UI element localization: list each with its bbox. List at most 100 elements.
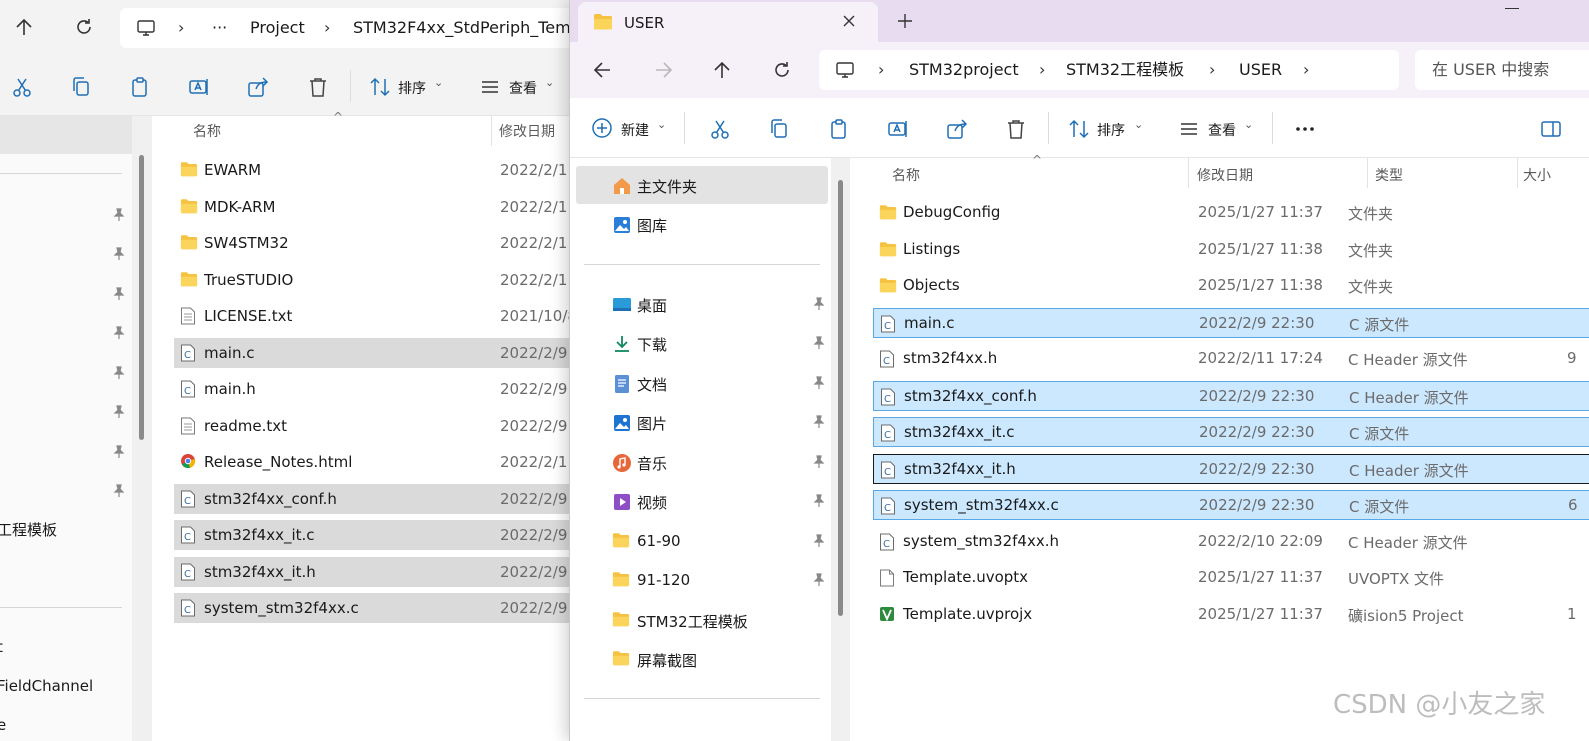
delete-icon[interactable]: [306, 75, 330, 99]
file-row[interactable]: DebugConfig 2025/1/27 11:37 文件夹: [873, 198, 1589, 228]
nav-scrollbar[interactable]: [838, 180, 843, 616]
cut-icon[interactable]: [10, 75, 34, 99]
nav-item[interactable]: 视频: [576, 482, 828, 520]
file-row[interactable]: Csystem_stm32f4xx.h 2022/2/10 22:09 C Head…: [873, 527, 1589, 557]
paste-icon[interactable]: [128, 75, 152, 99]
copy-icon[interactable]: [767, 117, 791, 141]
breadcrumb-stm32project[interactable]: STM32project: [909, 50, 1019, 90]
column-header-date[interactable]: 修改日期: [499, 121, 555, 141]
left-file-row[interactable]: Cmain.h 2022/2/9: [174, 374, 570, 404]
new-plus-icon[interactable]: [591, 117, 615, 141]
sort-button[interactable]: 排序: [1097, 120, 1125, 140]
file-date: 2022/2/9 22:30: [1199, 313, 1315, 332]
tab-user[interactable]: USER: [578, 2, 878, 42]
breadcrumb-user[interactable]: USER: [1239, 50, 1282, 90]
refresh-icon[interactable]: [771, 59, 793, 81]
nav-item[interactable]: STM32工程模板: [576, 601, 828, 639]
back-arrow-icon[interactable]: [592, 59, 614, 81]
file-type: 文件夹: [1348, 205, 1394, 223]
column-header-name[interactable]: 名称: [892, 165, 920, 185]
file-row[interactable]: Template.uvprojx 2025/1/27 11:37 礦ision5 P…: [873, 600, 1589, 630]
column-header-date[interactable]: 修改日期: [1197, 165, 1253, 185]
left-file-row[interactable]: Csystem_stm32f4xx.c 2022/2/9: [174, 593, 570, 623]
file-row[interactable]: Cmain.c 2022/2/9 22:30 C 源文件: [873, 307, 1589, 338]
file-date: 2025/1/27 11:37: [1198, 568, 1323, 586]
left-file-row[interactable]: LICENSE.txt 2021/10/8: [174, 301, 570, 331]
file-row[interactable]: Cstm32f4xx_it.h 2022/2/9 22:30 C Header 源文…: [873, 453, 1589, 484]
share-icon[interactable]: [945, 117, 969, 141]
home-icon: [612, 176, 632, 196]
delete-icon[interactable]: [1004, 117, 1028, 141]
sort-icon[interactable]: [368, 75, 392, 99]
file-row[interactable]: Cstm32f4xx_conf.h 2022/2/9 22:30 C Header …: [873, 380, 1589, 411]
left-file-row[interactable]: readme.txt 2022/2/9: [174, 411, 570, 441]
left-file-row[interactable]: Cstm32f4xx_it.c 2022/2/9: [174, 520, 570, 550]
nav-item[interactable]: 61-90: [576, 522, 828, 560]
file-row[interactable]: Listings 2025/1/27 11:38 文件夹: [873, 235, 1589, 265]
more-options-icon[interactable]: [1293, 117, 1317, 141]
sort-button[interactable]: 排序: [398, 78, 426, 98]
nav-item[interactable]: 桌面: [576, 285, 828, 323]
file-row[interactable]: Template.uvoptx 2025/1/27 11:37 UVOPTX 文件: [873, 563, 1589, 593]
left-address-bar[interactable]: › ··· Project › STM32F4xx_StdPeriph_Temp: [120, 8, 570, 48]
nav-item[interactable]: 文档: [576, 364, 828, 402]
view-button[interactable]: 查看: [509, 78, 537, 98]
sort-icon[interactable]: [1067, 117, 1091, 141]
left-nav-item-partial[interactable]: e: [0, 716, 6, 734]
left-nav-selected-item[interactable]: [0, 116, 132, 154]
nav-item[interactable]: 91-120: [576, 561, 828, 599]
file-row[interactable]: Cstm32f4xx.h 2022/2/11 17:24 C Header 源文件 9: [873, 344, 1589, 374]
left-file-row[interactable]: MDK-ARM 2022/2/11: [174, 192, 570, 222]
column-header-name[interactable]: 名称: [193, 121, 221, 141]
column-header-size[interactable]: 大小: [1523, 165, 1551, 185]
left-file-row[interactable]: Cmain.c 2022/2/9: [174, 337, 570, 368]
nav-item[interactable]: 主文件夹: [576, 166, 828, 204]
file-row[interactable]: Cstm32f4xx_it.c 2022/2/9 22:30 C 源文件: [873, 417, 1589, 447]
left-nav-scrollbar[interactable]: [139, 155, 144, 440]
search-input[interactable]: 在 USER 中搜索: [1415, 50, 1589, 90]
view-icon[interactable]: [1177, 117, 1201, 141]
breadcrumb-project[interactable]: Project: [250, 8, 305, 48]
chevron-right-icon[interactable]: ›: [1303, 50, 1309, 90]
close-tab-icon[interactable]: [842, 14, 856, 28]
address-bar[interactable]: › STM32project › STM32工程模板 › USER ›: [819, 50, 1399, 90]
left-nav-item-partial[interactable]: FieldChannel: [0, 677, 93, 695]
nav-item[interactable]: 下载: [576, 324, 828, 362]
up-arrow-icon[interactable]: [711, 59, 733, 81]
left-file-row[interactable]: Cstm32f4xx_conf.h 2022/2/9: [174, 483, 570, 514]
file-row[interactable]: Objects 2025/1/27 11:38 文件夹: [873, 271, 1589, 301]
breadcrumb-stdperiph[interactable]: STM32F4xx_StdPeriph_Temp: [353, 8, 570, 48]
nav-item[interactable]: 图库: [576, 205, 828, 243]
left-file-row[interactable]: SW4STM32 2022/2/11: [174, 228, 570, 258]
share-icon[interactable]: [246, 75, 270, 99]
left-nav-item-partial[interactable]: t: [0, 638, 3, 656]
nav-item[interactable]: 图片: [576, 403, 828, 441]
minimize-icon[interactable]: [1505, 8, 1519, 9]
file-type: C 源文件: [1349, 498, 1410, 516]
breadcrumb-stm32-template[interactable]: STM32工程模板: [1066, 50, 1184, 90]
copy-icon[interactable]: [69, 75, 93, 99]
rename-icon[interactable]: [886, 117, 910, 141]
new-tab-icon[interactable]: [897, 13, 913, 29]
more-crumbs-icon[interactable]: ···: [212, 8, 227, 48]
column-header-type[interactable]: 类型: [1375, 165, 1403, 185]
refresh-icon[interactable]: [73, 16, 95, 38]
nav-item[interactable]: 音乐: [576, 443, 828, 481]
left-file-row[interactable]: Release_Notes.html 2022/2/11: [174, 447, 570, 477]
details-pane-icon[interactable]: [1539, 117, 1563, 141]
rename-icon[interactable]: [187, 75, 211, 99]
left-nav-item-partial[interactable]: 工程模板: [0, 519, 57, 540]
view-icon[interactable]: [478, 75, 502, 99]
left-file-row[interactable]: TrueSTUDIO 2022/2/11: [174, 265, 570, 295]
left-file-row[interactable]: Cstm32f4xx_it.h 2022/2/9: [174, 556, 570, 587]
new-button[interactable]: 新建: [621, 120, 649, 140]
file-row[interactable]: Csystem_stm32f4xx.c 2022/2/9 22:30 C 源文件 6: [873, 490, 1589, 520]
nav-item[interactable]: 屏幕截图: [576, 640, 828, 678]
left-file-date: 2022/2/11: [500, 161, 570, 179]
cut-icon[interactable]: [708, 117, 732, 141]
left-file-row[interactable]: EWARM 2022/2/11: [174, 155, 570, 185]
view-button[interactable]: 查看: [1208, 120, 1236, 140]
up-arrow-icon[interactable]: [13, 16, 35, 38]
paste-icon[interactable]: [827, 117, 851, 141]
file-size: 1: [1567, 604, 1577, 623]
